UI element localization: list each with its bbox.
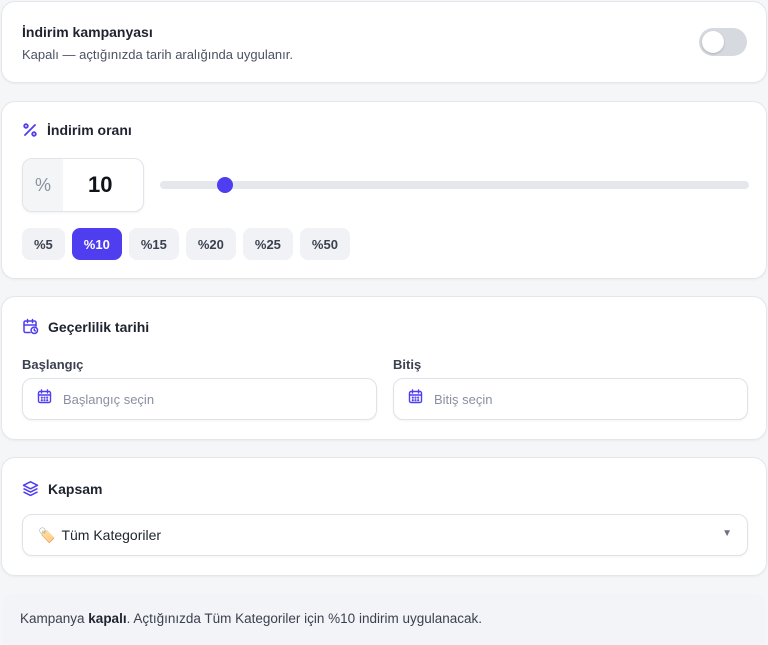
summary-state: kapalı [88, 611, 127, 626]
scope-select[interactable]: 🏷️ Tüm Kategoriler ▼ [22, 514, 748, 556]
end-date-placeholder: Bitiş seçin [434, 391, 493, 407]
validity-date-card: Geçerlilik tarihi Başlangıç Başlangıç se… [1, 296, 767, 440]
rate-preset-chip[interactable]: %20 [185, 228, 236, 260]
validity-section-title: Geçerlilik tarihi [48, 318, 150, 335]
rate-section-header: İndirim oranı [22, 122, 132, 138]
rate-slider-thumb[interactable] [216, 177, 233, 193]
rate-preset-chip[interactable]: %50 [299, 228, 350, 260]
chevron-down-icon: ▼ [722, 528, 732, 539]
calendar-clock-icon [22, 318, 39, 335]
rate-preset-chip[interactable]: %15 [128, 228, 179, 260]
calendar-icon [408, 389, 423, 409]
rate-preset-chip[interactable]: %5 [22, 228, 65, 260]
validity-section-header: Geçerlilik tarihi [22, 318, 149, 335]
toggle-knob [702, 31, 724, 53]
calendar-icon [37, 389, 52, 409]
start-date-label: Başlangıç [22, 357, 84, 372]
campaign-subtitle: Kapalı — açtığınızda tarih aralığında uy… [22, 47, 294, 62]
start-date-input[interactable]: Başlangıç seçin [22, 378, 377, 420]
campaign-toggle-card: İndirim kampanyası Kapalı — açtığınızda … [1, 1, 767, 83]
layers-icon [22, 480, 39, 497]
rate-prefix: % [23, 159, 63, 211]
campaign-enable-toggle[interactable] [699, 28, 747, 56]
percent-icon [22, 122, 38, 138]
tag-emoji-icon: 🏷️ [38, 526, 56, 543]
summary-rest: . Açtığınızda Tüm Kategoriler için %10 i… [126, 611, 483, 626]
rate-slider[interactable] [160, 177, 749, 193]
scope-section-title: Kapsam [48, 480, 103, 497]
rate-section-title: İndirim oranı [47, 122, 132, 138]
campaign-summary: Kampanya kapalı. Açtığınızda Tüm Kategor… [2, 594, 766, 645]
summary-prefix: Kampanya [20, 611, 89, 626]
rate-preset-chip[interactable]: %10 [71, 228, 122, 260]
campaign-title: İndirim kampanyası [22, 24, 153, 40]
discount-rate-card: İndirim oranı % %5%10%15%20%25%50 [1, 101, 767, 279]
rate-preset-chip[interactable]: %25 [242, 228, 293, 260]
scope-card: Kapsam 🏷️ Tüm Kategoriler ▼ [1, 457, 767, 576]
rate-input-group: % [22, 158, 144, 212]
rate-preset-list: %5 %10 %15 %20 %25 %50 [22, 228, 350, 260]
scope-section-header: Kapsam [22, 480, 102, 497]
end-date-input[interactable]: Bitiş seçin [393, 378, 748, 420]
end-date-label: Bitiş [393, 357, 422, 372]
start-date-placeholder: Başlangıç seçin [63, 391, 155, 407]
rate-input[interactable] [63, 159, 143, 211]
scope-selected-value: Tüm Kategoriler [61, 527, 162, 543]
